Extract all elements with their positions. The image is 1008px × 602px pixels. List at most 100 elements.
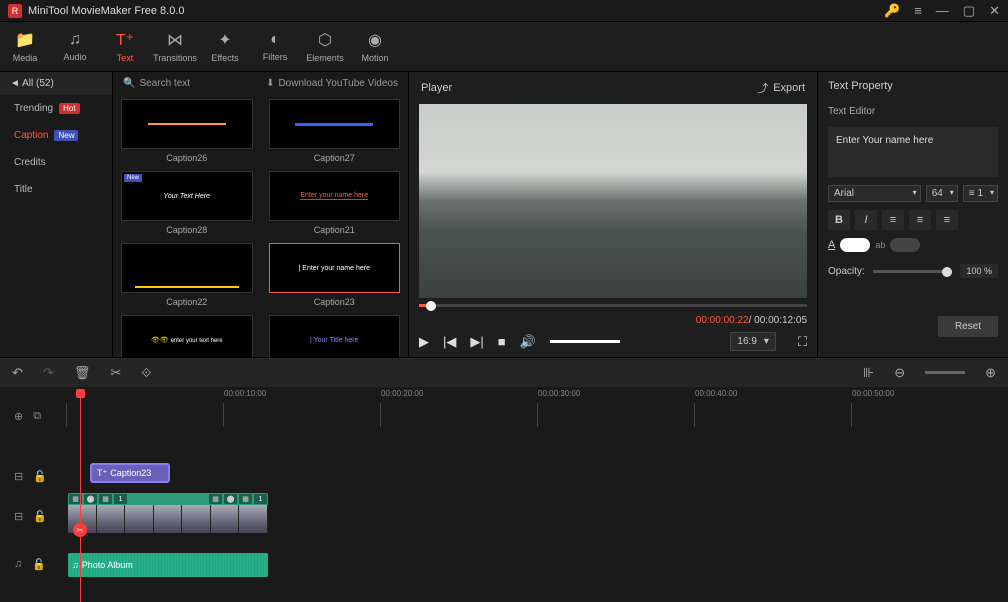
size-select[interactable]: 64: [926, 185, 958, 202]
tool-audio[interactable]: ♫Audio: [50, 22, 100, 71]
sidebar-trending[interactable]: TrendingHot: [0, 95, 112, 122]
time-ruler[interactable]: 00:00:10:00 00:00:20:00 00:00:30:00 00:0…: [66, 403, 1008, 427]
download-youtube[interactable]: ⬇Download YouTube Videos: [266, 78, 398, 89]
stop-icon[interactable]: ■: [498, 334, 506, 349]
lock-icon[interactable]: 🔓: [32, 558, 46, 571]
copy-track-icon[interactable]: ⧉: [33, 410, 41, 423]
new-badge: New: [54, 130, 78, 141]
volume-icon[interactable]: 🔊: [520, 334, 536, 350]
seek-bar[interactable]: [419, 304, 807, 307]
caption-item[interactable]: Caption26: [121, 99, 253, 163]
align-center-button[interactable]: ≡: [909, 210, 931, 230]
tool-effects[interactable]: ✦Effects: [200, 22, 250, 71]
zoom-in-icon[interactable]: ⊕: [985, 365, 996, 381]
text-input[interactable]: [828, 127, 998, 177]
split-icon[interactable]: ✂: [73, 523, 87, 537]
caption-item[interactable]: Enter your name hereCaption21: [269, 171, 401, 235]
minimize-icon[interactable]: —: [936, 3, 949, 18]
music-icon: ♫: [69, 31, 81, 49]
caption-item[interactable]: | Your Title here: [269, 315, 401, 357]
time-current: 00:00:00:22: [696, 315, 749, 326]
italic-button[interactable]: I: [855, 210, 877, 230]
category-sidebar: ◄ All (52) TrendingHot CaptionNew Credit…: [0, 72, 113, 357]
audio-track-icon: ♫: [14, 558, 22, 570]
reset-button[interactable]: Reset: [938, 316, 998, 337]
zoom-out-icon[interactable]: ⊖: [894, 365, 905, 381]
text-icon: T⁺: [97, 468, 107, 479]
tool-text[interactable]: T⁺Text: [100, 22, 150, 71]
play-icon[interactable]: ▶: [419, 334, 429, 350]
tool-media[interactable]: 📁Media: [0, 22, 50, 71]
maximize-icon[interactable]: ▢: [963, 3, 975, 19]
next-frame-icon[interactable]: ▶|: [470, 334, 483, 350]
delete-icon[interactable]: 🗑: [74, 365, 91, 381]
player-panel: Player ⤴Export 00:00:00:22 / 00:00:12:05…: [408, 72, 818, 357]
lock-icon[interactable]: 🔓: [33, 470, 47, 483]
caption-item[interactable]: | Enter your name hereCaption23: [269, 243, 401, 307]
redo-icon[interactable]: ↷: [43, 365, 54, 381]
music-icon: ♫: [72, 560, 79, 570]
fullscreen-icon[interactable]: ⛶: [798, 334, 807, 350]
caption-item[interactable]: 👁👁 enter your text here: [121, 315, 253, 357]
key-icon[interactable]: 🔑: [884, 3, 900, 19]
prev-frame-icon[interactable]: |◀: [443, 334, 456, 350]
search-input[interactable]: 🔍Search text: [123, 78, 260, 89]
app-icon: R: [8, 4, 22, 18]
aspect-select[interactable]: 16:9: [730, 332, 775, 351]
line-height-icon: ≡: [969, 188, 975, 199]
menu-icon[interactable]: ≡: [914, 3, 922, 18]
caption-item[interactable]: Caption27: [269, 99, 401, 163]
app-title: MiniTool MovieMaker Free 8.0.0: [28, 5, 884, 17]
align-left-button[interactable]: ≡: [882, 210, 904, 230]
audio-clip[interactable]: ♫Photo Album: [68, 553, 268, 577]
bold-button[interactable]: B: [828, 210, 850, 230]
sidebar-title[interactable]: Title: [0, 176, 112, 203]
video-clip[interactable]: ▦⬤▦1▦⬤▦1: [68, 493, 268, 533]
text-color-icon: A: [828, 239, 835, 251]
tool-filters[interactable]: ◐Filters: [250, 22, 300, 71]
export-button[interactable]: ⤴Export: [757, 80, 805, 96]
tool-transitions[interactable]: ⋈Transitions: [150, 22, 200, 71]
library-panel: 🔍Search text ⬇Download YouTube Videos Ca…: [113, 72, 408, 357]
text-clip[interactable]: T⁺Caption23: [90, 463, 170, 483]
video-track-icon: ⊟: [14, 510, 23, 523]
line-spacing-select[interactable]: ≡ 1: [963, 185, 998, 202]
tool-motion[interactable]: ◉Motion: [350, 22, 400, 71]
sidebar-credits[interactable]: Credits: [0, 149, 112, 176]
caption-item[interactable]: Caption22: [121, 243, 253, 307]
timeline: ⊕ ⧉ ⊟ 🔓 ⊟ 🔓 ♫ 🔓 00:00:10:00 00:00:20:00 00:0…: [0, 387, 1008, 602]
zoom-slider[interactable]: [925, 371, 965, 374]
align-right-button[interactable]: ≡: [936, 210, 958, 230]
cut-icon[interactable]: ✂: [110, 365, 121, 381]
hot-badge: Hot: [59, 103, 79, 114]
text-icon: T⁺: [116, 30, 134, 50]
opacity-slider[interactable]: [873, 270, 953, 273]
caption-item[interactable]: Your Text HereNewCaption28: [121, 171, 253, 235]
sidebar-all[interactable]: ◄ All (52): [0, 72, 112, 95]
editor-label: Text Editor: [818, 100, 1008, 123]
video-preview[interactable]: [419, 104, 807, 298]
sidebar-caption[interactable]: CaptionNew: [0, 122, 112, 149]
font-select[interactable]: Arial: [828, 185, 921, 202]
motion-icon: ◉: [368, 30, 382, 50]
opacity-label: Opacity:: [828, 266, 865, 277]
volume-slider[interactable]: [550, 340, 620, 343]
tool-elements[interactable]: ⬡Elements: [300, 22, 350, 71]
main-toolbar: 📁Media ♫Audio T⁺Text ⋈Transitions ✦Effec…: [0, 22, 1008, 72]
filter-icon: ◐: [270, 31, 280, 49]
close-icon[interactable]: ✕: [989, 3, 1000, 19]
folder-icon: 📁: [15, 30, 35, 50]
highlight-toggle[interactable]: [890, 238, 920, 252]
lock-icon[interactable]: 🔓: [33, 510, 47, 523]
playhead[interactable]: ✂: [80, 389, 81, 602]
color-swatch[interactable]: [840, 238, 870, 252]
text-track-icon: ⊟: [14, 470, 23, 483]
timeline-toolbar: ↶ ↷ 🗑 ✂ ⟐ ⊪ ⊖ ⊕: [0, 357, 1008, 387]
text-property-panel: Text Property Text Editor Arial 64 ≡ 1 B…: [818, 72, 1008, 357]
add-track-icon[interactable]: ⊕: [14, 410, 23, 423]
crop-icon[interactable]: ⟐: [141, 365, 151, 381]
transition-icon: ⋈: [167, 30, 183, 50]
fit-icon[interactable]: ⊪: [863, 365, 874, 381]
undo-icon[interactable]: ↶: [12, 365, 23, 381]
export-icon: ⤴: [757, 80, 768, 96]
